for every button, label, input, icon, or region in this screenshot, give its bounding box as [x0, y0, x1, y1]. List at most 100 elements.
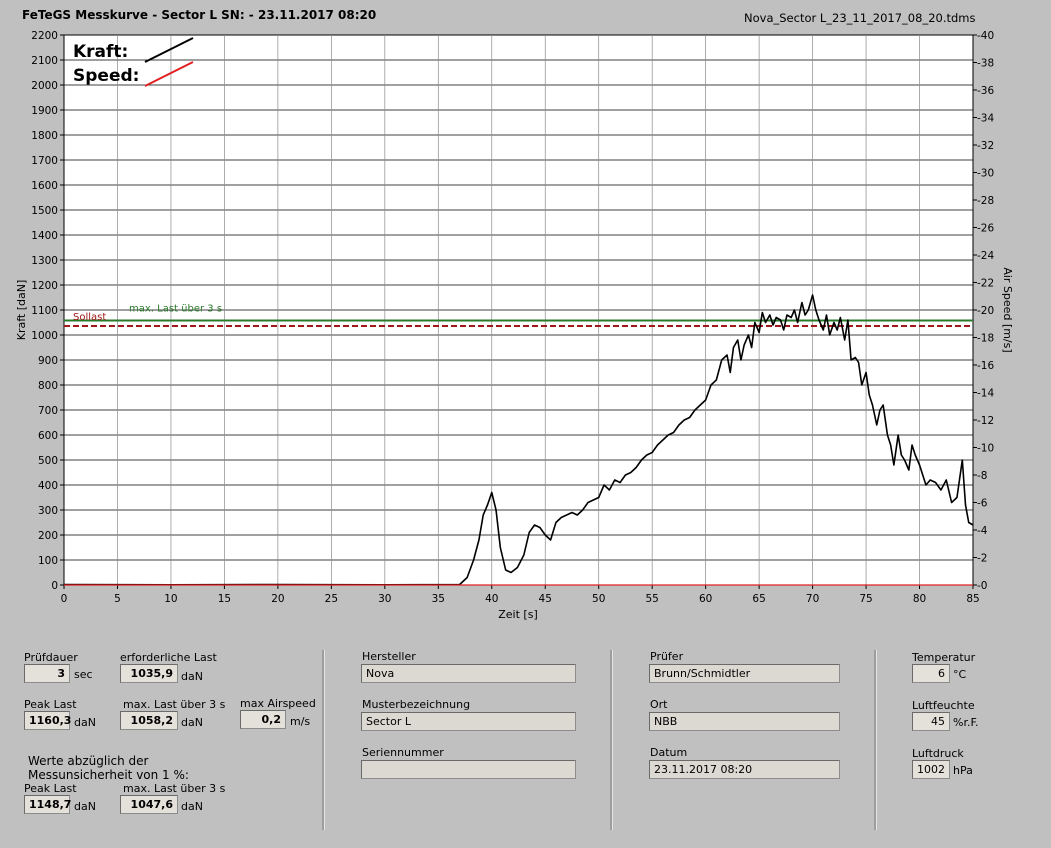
- max-last-label: max. Last über 3 s: [123, 698, 226, 711]
- peak-last2-label: Peak Last: [24, 782, 77, 795]
- peak-last2-field: 1148,7: [24, 795, 71, 814]
- pruefdauer-unit: sec: [74, 668, 93, 681]
- x-tick-label: 80: [913, 593, 926, 605]
- musterbezeichnung-field: Sector L: [361, 712, 576, 731]
- x-axis-ticks: 0 5 10 15 20 25 30 35 40 45 50 55 60 65 70 75 80 85: [61, 585, 980, 605]
- ort-label: Ort: [650, 698, 668, 711]
- y-tick-label: 2200: [31, 30, 58, 42]
- separator: [322, 650, 325, 830]
- seriennummer-field: [361, 760, 576, 779]
- y-tick-label: 1000: [31, 330, 58, 342]
- max-last-unit: daN: [181, 716, 203, 729]
- y-axis-ticks: 0 100 200 300 400 500 600 700 800 900 1000 1100 1200…: [31, 30, 64, 592]
- erforderliche-last-field: 1035,9: [120, 664, 178, 683]
- x-tick-label: 45: [539, 593, 552, 605]
- y2-axis-label: Air Speed [m/s]: [1001, 267, 1014, 352]
- y-tick-label: 1500: [31, 205, 58, 217]
- note-line2: Messunsicherheit von 1 %:: [28, 768, 189, 782]
- y2-tick-label: -20: [977, 305, 994, 317]
- y-tick-label: 200: [38, 530, 58, 542]
- y-tick-label: 1700: [31, 155, 58, 167]
- y2-tick-label: -14: [977, 388, 994, 400]
- pruefer-label: Prüfer: [650, 650, 684, 663]
- y-tick-label: 1400: [31, 230, 58, 242]
- y2-tick-label: -2: [977, 553, 987, 565]
- pruefer-field: Brunn/Schmidtler: [649, 664, 840, 683]
- x-tick-label: 20: [271, 593, 284, 605]
- peak-last2-unit: daN: [74, 800, 96, 813]
- x-tick-label: 40: [485, 593, 498, 605]
- datum-field: 23.11.2017 08:20: [649, 760, 840, 779]
- x-tick-label: 50: [592, 593, 605, 605]
- max-last2-unit: daN: [181, 800, 203, 813]
- max-airspeed-unit: m/s: [290, 715, 311, 728]
- x-tick-label: 75: [859, 593, 872, 605]
- y-axis-label: Kraft [daN]: [15, 280, 28, 341]
- force-chart: 0100200300400500600700800900100011001200…: [15, 30, 1014, 621]
- y-tick-label: 1100: [31, 305, 58, 317]
- max-last2-field: 1047,6: [120, 795, 178, 814]
- x-tick-label: 5: [114, 593, 121, 605]
- y-tick-label: 600: [38, 430, 58, 442]
- separator: [874, 650, 877, 830]
- seriennummer-label: Seriennummer: [362, 746, 444, 759]
- max-last-field: 1058,2: [120, 711, 178, 730]
- luftdruck-label: Luftdruck: [912, 747, 964, 760]
- max-airspeed-label: max Airspeed: [240, 697, 316, 710]
- y2-tick-label: -38: [977, 58, 994, 70]
- x-tick-label: 55: [645, 593, 658, 605]
- y-tick-label: 100: [38, 555, 58, 567]
- note-line1: Werte abzüglich der: [28, 754, 149, 768]
- luftdruck-unit: hPa: [953, 764, 973, 777]
- hersteller-label: Hersteller: [362, 650, 416, 663]
- luftfeuchte-field: 45: [912, 712, 950, 731]
- y2-tick-label: -26: [977, 223, 994, 235]
- y2-tick-label: -12: [977, 415, 994, 427]
- max-last2-label: max. Last über 3 s: [123, 782, 226, 795]
- y-tick-label: 0: [51, 580, 58, 592]
- y2-tick-label: -36: [977, 85, 994, 97]
- y2-tick-label: -8: [977, 470, 987, 482]
- y-tick-label: 1800: [31, 130, 58, 142]
- y-tick-label: 2100: [31, 55, 58, 67]
- y-tick-label: 700: [38, 405, 58, 417]
- y2-tick-label: -30: [977, 168, 994, 180]
- x-tick-label: 65: [752, 593, 765, 605]
- y2-tick-label: -10: [977, 443, 994, 455]
- pruefdauer-label: Prüfdauer: [24, 651, 78, 664]
- x-axis-label: Zeit [s]: [498, 608, 537, 621]
- hersteller-field: Nova: [361, 664, 576, 683]
- y2-tick-label: -24: [977, 250, 994, 262]
- y-tick-label: 500: [38, 455, 58, 467]
- y2-tick-label: -40: [977, 30, 994, 42]
- x-tick-label: 85: [966, 593, 979, 605]
- y-tick-label: 1200: [31, 280, 58, 292]
- separator: [610, 650, 613, 830]
- y-tick-label: 1900: [31, 105, 58, 117]
- sollast-annotation: Sollast: [73, 312, 106, 323]
- x-tick-label: 0: [61, 593, 68, 605]
- peak-last-field: 1160,3: [24, 711, 71, 730]
- y2-tick-label: -28: [977, 195, 994, 207]
- y2-tick-label: -18: [977, 333, 994, 345]
- y-tick-label: 1300: [31, 255, 58, 267]
- peak-last-unit: daN: [74, 716, 96, 729]
- y-tick-label: 2000: [31, 80, 58, 92]
- y-tick-label: 800: [38, 380, 58, 392]
- y-tick-label: 900: [38, 355, 58, 367]
- musterbezeichnung-label: Musterbezeichnung: [362, 698, 471, 711]
- x-tick-label: 60: [699, 593, 712, 605]
- temperatur-field: 6: [912, 664, 950, 683]
- y2-tick-label: -4: [977, 525, 988, 537]
- y2-tick-label: -34: [977, 113, 994, 125]
- y2-tick-label: -0: [977, 580, 987, 592]
- luftdruck-field: 1002: [912, 760, 950, 779]
- y2-axis-ticks: -0 -2 -4 -6 -8 -10 -12 -14 -16 -18 -20 -22 -24 -26 -28…: [973, 30, 994, 592]
- y2-tick-label: -32: [977, 140, 994, 152]
- max-last-annotation: max. Last über 3 s: [129, 303, 222, 314]
- y2-tick-label: -22: [977, 278, 994, 290]
- x-tick-label: 30: [378, 593, 391, 605]
- legend-kraft-label: Kraft:: [73, 42, 128, 62]
- y-tick-label: 1600: [31, 180, 58, 192]
- peak-last-label: Peak Last: [24, 698, 77, 711]
